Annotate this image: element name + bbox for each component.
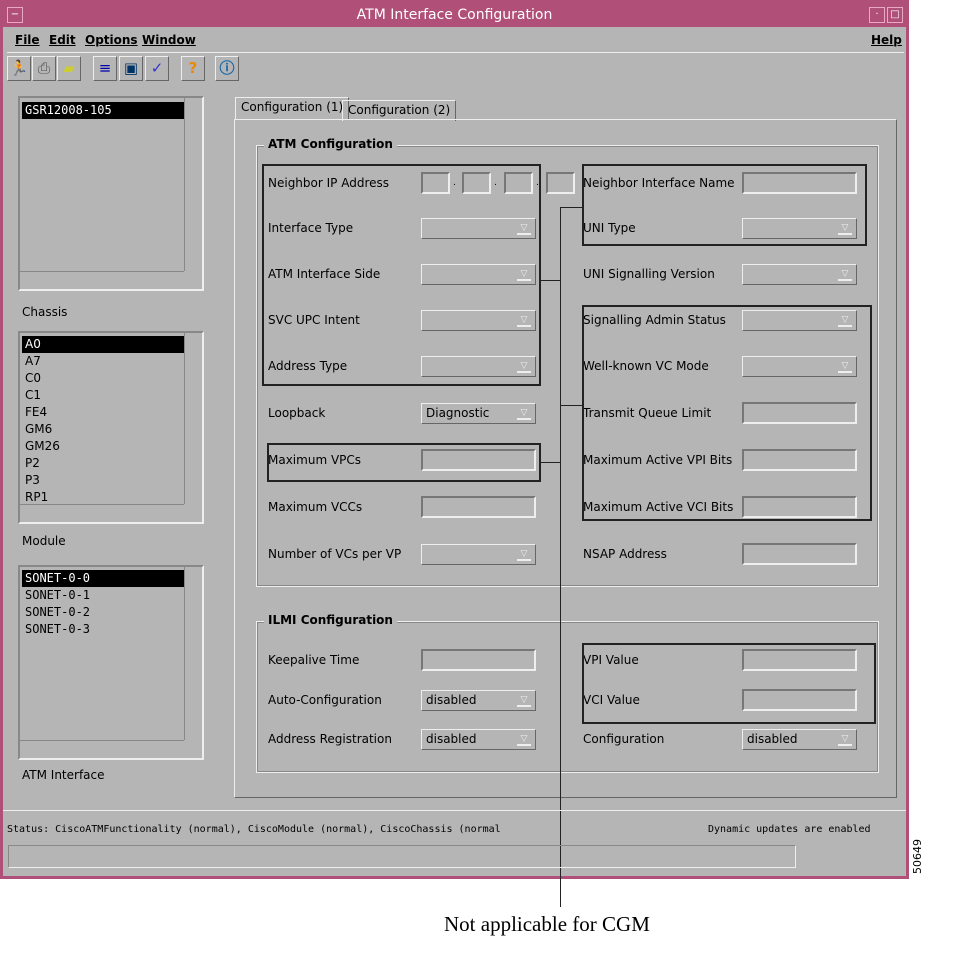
loopback-dropdown[interactable]: Diagnostic ▽	[421, 403, 536, 424]
loopback-label: Loopback	[268, 406, 326, 420]
window-title: ATM Interface Configuration	[356, 7, 553, 23]
list-item[interactable]: P2	[22, 455, 184, 472]
horizontal-scrollbar[interactable]	[20, 271, 184, 289]
vertical-scrollbar[interactable]	[184, 333, 202, 504]
ilmi-configuration-title: ILMI Configuration	[264, 613, 397, 627]
figure-id: 50649	[911, 839, 924, 874]
check-icon[interactable]: ✓	[145, 56, 169, 81]
chevron-down-icon: ▽	[838, 268, 852, 281]
menu-bar: File Edit Options Window Help	[7, 30, 904, 53]
menu-edit[interactable]: Edit	[49, 33, 76, 47]
list-item[interactable]: A0	[22, 336, 184, 353]
maximize-button[interactable]: □	[887, 7, 903, 23]
monitor-icon[interactable]: ▣	[119, 56, 143, 81]
annotation-line	[540, 462, 561, 463]
module-list[interactable]: SONET-0-0 SONET-0-1 SONET-0-2 SONET-0-3	[18, 565, 204, 760]
menu-help[interactable]: Help	[871, 33, 902, 47]
menu-file[interactable]: File	[15, 33, 40, 47]
atm-interface-label: ATM Interface	[22, 768, 105, 782]
list-item[interactable]: P3	[22, 472, 184, 489]
updates-status: Dynamic updates are enabled	[708, 824, 871, 835]
uni-sig-ver-label: UNI Signalling Version	[583, 267, 715, 281]
annotation-line	[560, 207, 561, 907]
minimize-button[interactable]: ·	[869, 7, 885, 23]
chassis-list[interactable]: A0 A7 C0 C1 FE4 GM6 GM26 P2 P3 RP1	[18, 331, 204, 524]
list-item[interactable]: A7	[22, 353, 184, 370]
list-item[interactable]: SONET-0-0	[22, 570, 184, 587]
window-menu-button[interactable]: −	[7, 7, 23, 23]
annotation-text: Not applicable for CGM	[444, 912, 650, 936]
chevron-down-icon: ▽	[517, 548, 531, 561]
menu-options[interactable]: Options	[85, 33, 138, 47]
vcs-per-vp-label: Number of VCs per VP	[268, 547, 402, 561]
divider	[3, 810, 906, 811]
max-vccs-input[interactable]	[421, 496, 536, 518]
module-label: Module	[22, 534, 66, 548]
list-item[interactable]: SONET-0-1	[22, 587, 184, 604]
uni-sig-ver-dropdown[interactable]: ▽	[742, 264, 857, 285]
annotation-box	[582, 643, 876, 724]
tab-configuration-1[interactable]: Configuration (1)	[235, 97, 350, 120]
atm-configuration-title: ATM Configuration	[264, 137, 397, 151]
dropdown-value: Diagnostic	[426, 406, 490, 420]
chassis-label: Chassis	[22, 305, 68, 319]
message-field	[8, 845, 796, 868]
annotation-line	[540, 280, 561, 281]
nsap-label: NSAP Address	[583, 547, 667, 561]
annotation-box	[267, 443, 541, 482]
list-item[interactable]: SONET-0-2	[22, 604, 184, 621]
vertical-scrollbar[interactable]	[184, 98, 202, 271]
list-item[interactable]: GSR12008-105	[22, 102, 184, 119]
print-icon[interactable]: ⎙	[32, 56, 56, 81]
horizontal-scrollbar[interactable]	[20, 504, 184, 522]
open-icon[interactable]: ▰	[57, 56, 81, 81]
list-item[interactable]: FE4	[22, 404, 184, 421]
list-item[interactable]: C1	[22, 387, 184, 404]
max-vccs-label: Maximum VCCs	[268, 500, 363, 514]
menu-window[interactable]: Window	[142, 33, 196, 47]
annotation-box	[582, 305, 872, 521]
tab-configuration-2[interactable]: Configuration (2)	[342, 100, 457, 121]
list-item[interactable]: C0	[22, 370, 184, 387]
list-icon[interactable]: ≡	[93, 56, 117, 81]
list-item[interactable]: SONET-0-3	[22, 621, 184, 638]
status-text: Status: CiscoATMFunctionality (normal), …	[7, 824, 501, 835]
annotation-line	[560, 405, 583, 406]
annotation-box	[262, 164, 541, 386]
annotation-line	[560, 207, 583, 208]
help-icon[interactable]: ?	[181, 56, 205, 81]
exit-icon[interactable]: 🏃	[7, 56, 31, 81]
annotation-box	[582, 164, 867, 246]
vcs-per-vp-dropdown[interactable]: ▽	[421, 544, 536, 565]
chevron-down-icon: ▽	[517, 407, 531, 420]
horizontal-scrollbar[interactable]	[20, 740, 184, 758]
neighbor-ip-octet-4[interactable]	[546, 172, 575, 194]
list-item[interactable]: GM26	[22, 438, 184, 455]
title-bar: ATM Interface Configuration	[3, 3, 906, 27]
list-item[interactable]: GM6	[22, 421, 184, 438]
vertical-scrollbar[interactable]	[184, 567, 202, 740]
info-icon[interactable]: ⓘ	[215, 56, 239, 81]
nsap-input[interactable]	[742, 543, 857, 565]
device-list[interactable]: GSR12008-105	[18, 96, 204, 291]
